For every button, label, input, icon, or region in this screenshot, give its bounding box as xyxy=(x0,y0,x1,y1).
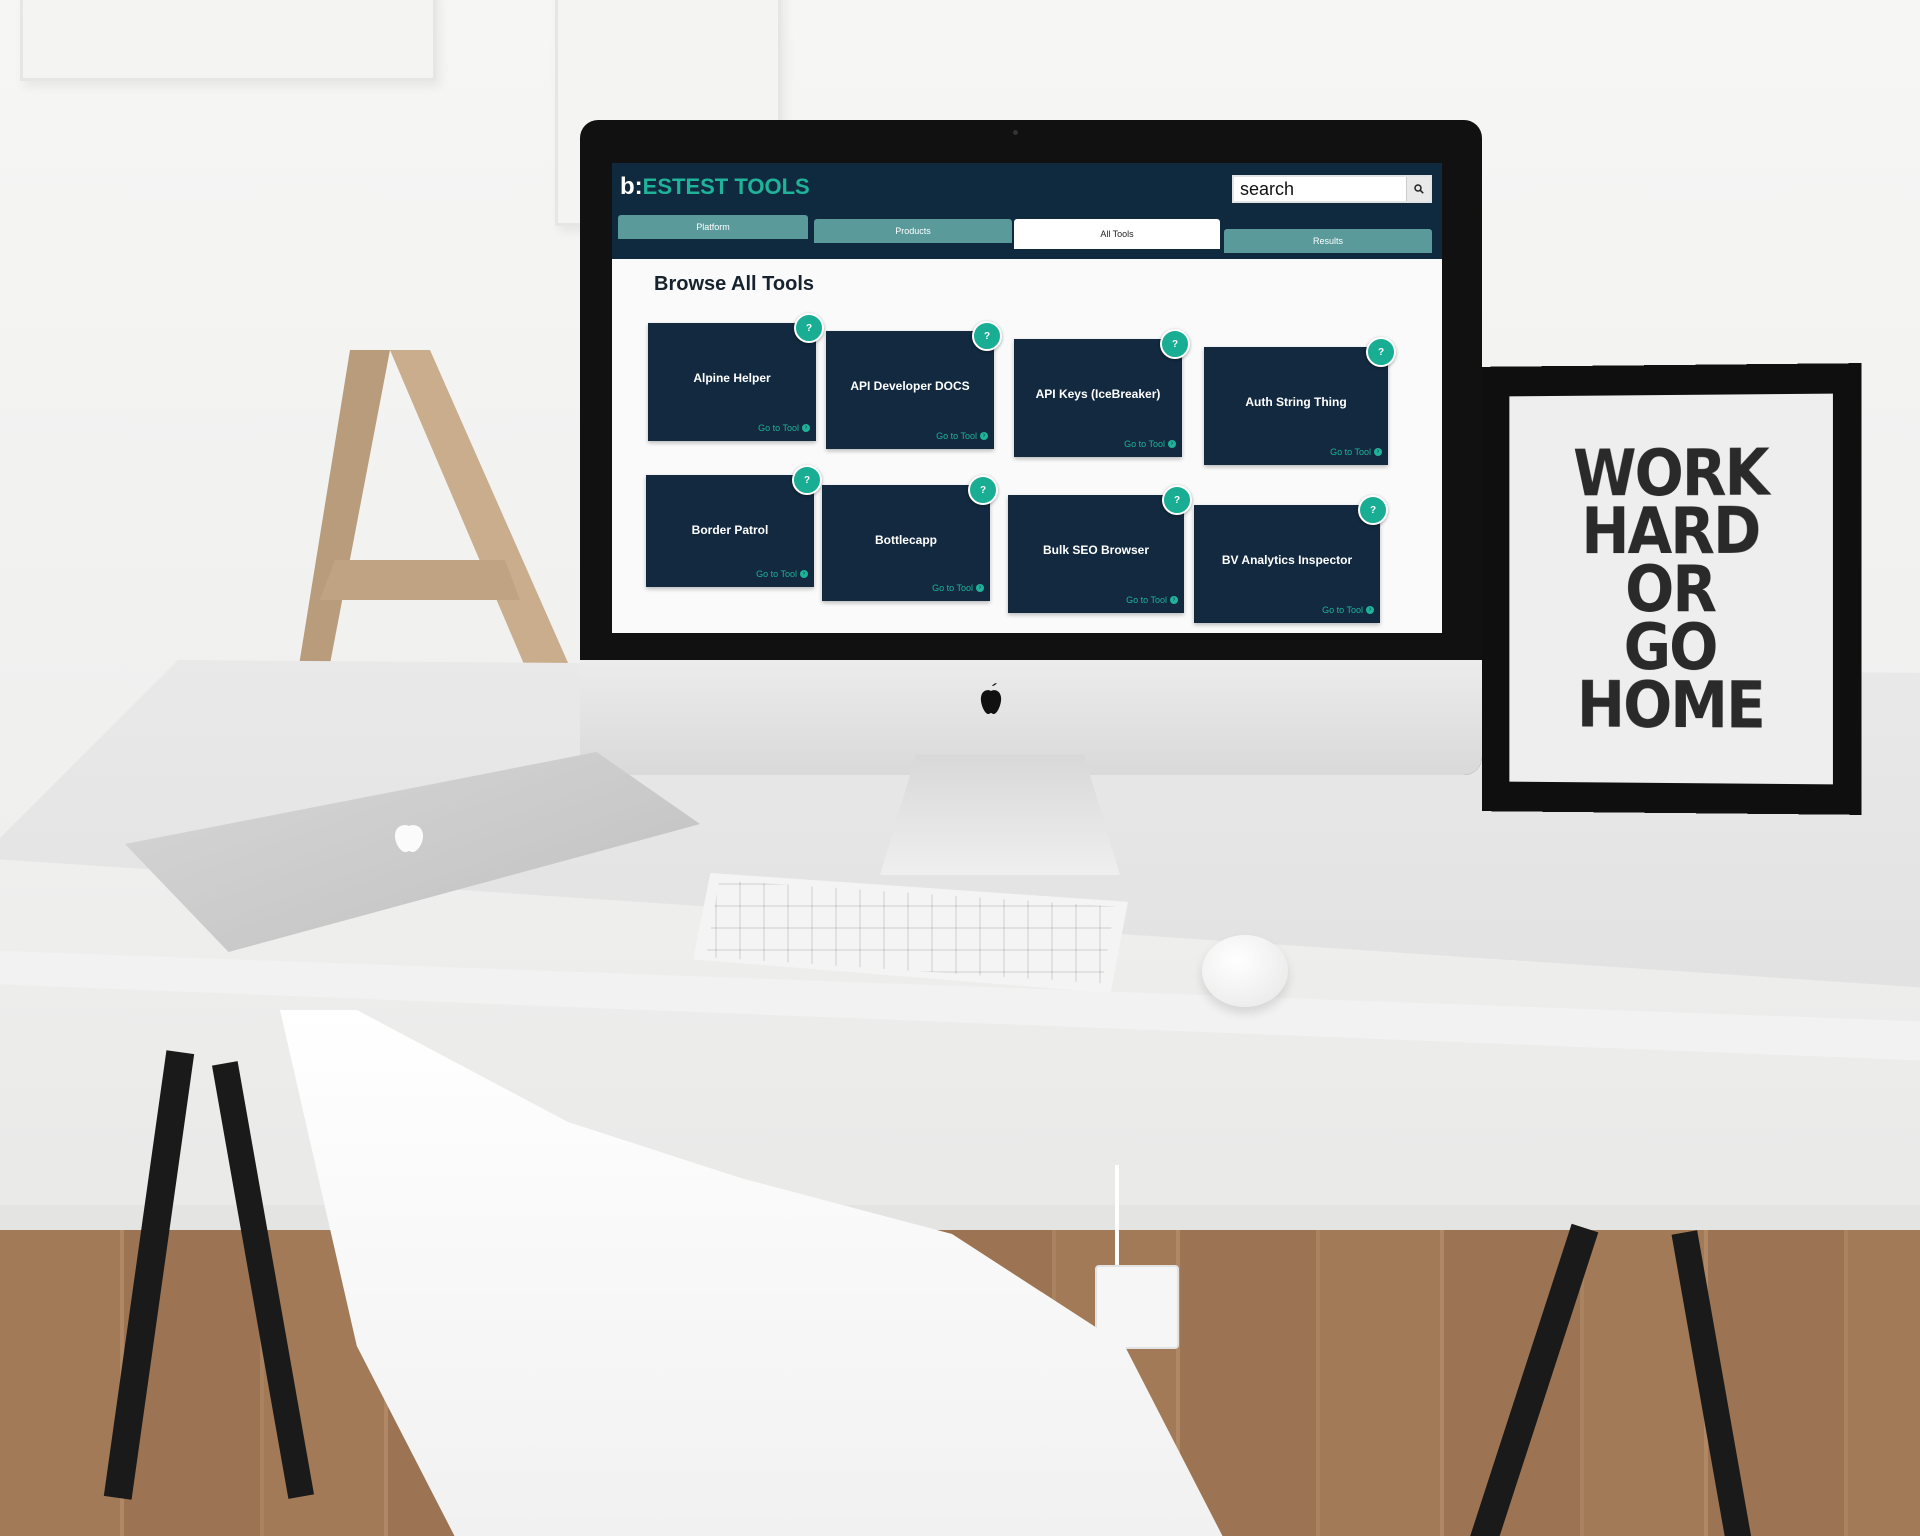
go-to-tool-link[interactable]: Go to Tool › xyxy=(1126,595,1178,605)
tool-card-grid: ? Alpine Helper Go to Tool › ? API Develo… xyxy=(646,313,1418,623)
brand-logo-mark: b: xyxy=(620,173,643,200)
arrow-right-circle-icon: › xyxy=(1170,596,1178,604)
arrow-right-circle-icon: › xyxy=(1366,606,1374,614)
tool-card-title: Border Patrol xyxy=(691,523,769,537)
tool-card[interactable]: ? Bottlecapp Go to Tool › xyxy=(822,475,998,601)
tool-card[interactable]: ? Auth String Thing Go to Tool › xyxy=(1204,337,1396,465)
help-icon[interactable]: ? xyxy=(972,321,1002,351)
tool-card[interactable]: ? BV Analytics Inspector Go to Tool › xyxy=(1194,495,1388,623)
tool-card-title: BV Analytics Inspector xyxy=(1221,553,1353,567)
go-to-tool-label: Go to Tool xyxy=(1322,605,1363,615)
poster-line-5: HOME xyxy=(1576,667,1764,744)
tool-card[interactable]: ? Bulk SEO Browser Go to Tool › xyxy=(1008,485,1192,613)
arrow-right-circle-icon: › xyxy=(976,584,984,592)
wall-frame-left xyxy=(20,0,436,81)
go-to-tool-label: Go to Tool xyxy=(758,423,799,433)
tool-card[interactable]: ? API Keys (IceBreaker) Go to Tool › xyxy=(1014,329,1190,457)
tool-card-title: Bottlecapp xyxy=(874,533,937,547)
nav-tabs: Platform Products All Tools Results xyxy=(618,215,1438,259)
arrow-right-circle-icon: › xyxy=(1374,448,1382,456)
help-icon[interactable]: ? xyxy=(1358,495,1388,525)
camera-dot xyxy=(1013,130,1018,135)
go-to-tool-link[interactable]: Go to Tool › xyxy=(1322,605,1374,615)
tool-card[interactable]: ? API Developer DOCS Go to Tool › xyxy=(826,321,1002,449)
search-box xyxy=(1232,175,1432,203)
poster-print: WORK HARD OR GO HOME xyxy=(1509,393,1833,785)
go-to-tool-label: Go to Tool xyxy=(1330,447,1371,457)
desk-scene: WORK HARD OR GO HOME b:ESTEST TOOLS sear… xyxy=(0,0,1920,1536)
apple-logo-icon xyxy=(395,825,423,852)
go-to-tool-link[interactable]: Go to Tool › xyxy=(936,431,988,441)
app-header: b:ESTEST TOOLS Platform Products All Too… xyxy=(612,163,1442,259)
help-icon[interactable]: ? xyxy=(968,475,998,505)
mouse xyxy=(1202,935,1288,1007)
go-to-tool-label: Go to Tool xyxy=(936,431,977,441)
go-to-tool-link[interactable]: Go to Tool › xyxy=(932,583,984,593)
arrow-right-circle-icon: › xyxy=(1168,440,1176,448)
search-input[interactable] xyxy=(1234,177,1404,201)
apple-logo-icon xyxy=(980,683,1002,714)
go-to-tool-link[interactable]: Go to Tool › xyxy=(1330,447,1382,457)
tool-card-title: API Keys (IceBreaker) xyxy=(1035,387,1161,401)
arrow-right-circle-icon: › xyxy=(802,424,810,432)
help-icon[interactable]: ? xyxy=(792,465,822,495)
tab-platform[interactable]: Platform xyxy=(618,215,808,239)
tool-card-title: Bulk SEO Browser xyxy=(1042,543,1150,557)
tab-results[interactable]: Results xyxy=(1224,229,1432,253)
go-to-tool-link[interactable]: Go to Tool › xyxy=(758,423,810,433)
go-to-tool-label: Go to Tool xyxy=(932,583,973,593)
help-icon[interactable]: ? xyxy=(1366,337,1396,367)
tool-card-title: Auth String Thing xyxy=(1245,395,1347,409)
go-to-tool-label: Go to Tool xyxy=(1126,595,1167,605)
arrow-right-circle-icon: › xyxy=(800,570,808,578)
tool-card-title: API Developer DOCS xyxy=(850,379,970,393)
go-to-tool-label: Go to Tool xyxy=(1124,439,1165,449)
tool-card-title: Alpine Helper xyxy=(693,371,771,385)
brand-logo[interactable]: b:ESTEST TOOLS xyxy=(620,173,810,201)
imac-screen: b:ESTEST TOOLS Platform Products All Too… xyxy=(612,163,1442,633)
page-title: Browse All Tools xyxy=(654,273,815,295)
go-to-tool-link[interactable]: Go to Tool › xyxy=(756,569,808,579)
search-button[interactable] xyxy=(1406,177,1430,201)
imac-stand xyxy=(880,755,1120,875)
tab-all-tools[interactable]: All Tools xyxy=(1014,219,1220,249)
brand-logo-text: ESTEST TOOLS xyxy=(642,174,810,199)
tool-card[interactable]: ? Alpine Helper Go to Tool › xyxy=(648,313,824,441)
wooden-letter-a xyxy=(295,350,580,690)
go-to-tool-link[interactable]: Go to Tool › xyxy=(1124,439,1176,449)
go-to-tool-label: Go to Tool xyxy=(756,569,797,579)
help-icon[interactable]: ? xyxy=(1160,329,1190,359)
search-icon xyxy=(1413,184,1424,194)
tool-card[interactable]: ? Border Patrol Go to Tool › xyxy=(646,465,822,587)
help-icon[interactable]: ? xyxy=(794,313,824,343)
poster-frame: WORK HARD OR GO HOME xyxy=(1481,363,1862,815)
tab-products[interactable]: Products xyxy=(814,219,1012,243)
main-content: Browse All Tools ? Alpine Helper Go to T… xyxy=(612,259,1442,633)
help-icon[interactable]: ? xyxy=(1162,485,1192,515)
arrow-right-circle-icon: › xyxy=(980,432,988,440)
